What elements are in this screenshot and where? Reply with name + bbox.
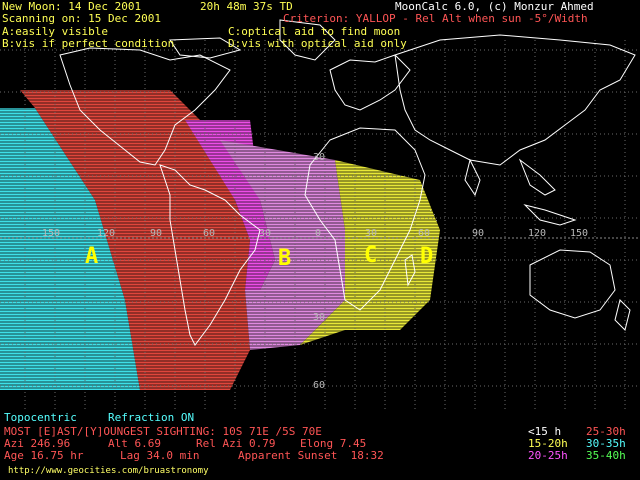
age-legend-35-40: 35-40h — [586, 449, 626, 462]
apparent-sunset: Apparent Sunset 18:32 — [238, 449, 384, 462]
code-b: B:vis if perfect condition — [2, 37, 175, 50]
website-link[interactable]: http://www.geocities.com/bruastronomy — [8, 466, 208, 477]
zone-letter-b: B — [278, 246, 292, 271]
lon-label-120e: 120 — [528, 228, 547, 239]
zone-letter-d: D — [420, 244, 434, 269]
lon-label-0: 0 — [315, 228, 322, 239]
moon-lag: Lag 34.0 min — [120, 449, 200, 462]
moon-age: Age 16.75 hr — [4, 449, 84, 462]
new-moon-time: 20h 48m 37s TD — [200, 0, 293, 13]
refraction-label: Refraction ON — [108, 411, 195, 424]
lat-label-60s: 60 — [313, 380, 326, 391]
visibility-map — [0, 19, 640, 410]
zone-letter-c: C — [364, 243, 378, 268]
lon-label-90w: 90 — [150, 228, 163, 239]
scanning-date: Scanning on: 15 Dec 2001 — [2, 12, 161, 25]
lon-label-150e: 150 — [570, 228, 589, 239]
code-d: D:vis with optical aid only — [228, 37, 407, 50]
lat-label-30s: 30 — [313, 312, 326, 323]
lon-label-150w: 150 — [42, 228, 61, 239]
lon-label-90e: 90 — [472, 228, 485, 239]
topocentric-label: Topocentric — [4, 411, 77, 424]
age-legend-20-25: 20-25h — [528, 449, 568, 462]
lon-label-30w: 30 — [259, 228, 272, 239]
lon-label-60w: 60 — [203, 228, 216, 239]
lon-label-30e: 30 — [365, 228, 378, 239]
lon-label-120w: 120 — [97, 228, 116, 239]
criterion-text: Criterion: YALLOP - Rel Alt when sun -5°… — [283, 12, 588, 25]
lat-label-30n: 30 — [313, 152, 326, 163]
lon-label-60e: 60 — [418, 228, 431, 239]
zone-letter-a: A — [85, 244, 99, 269]
